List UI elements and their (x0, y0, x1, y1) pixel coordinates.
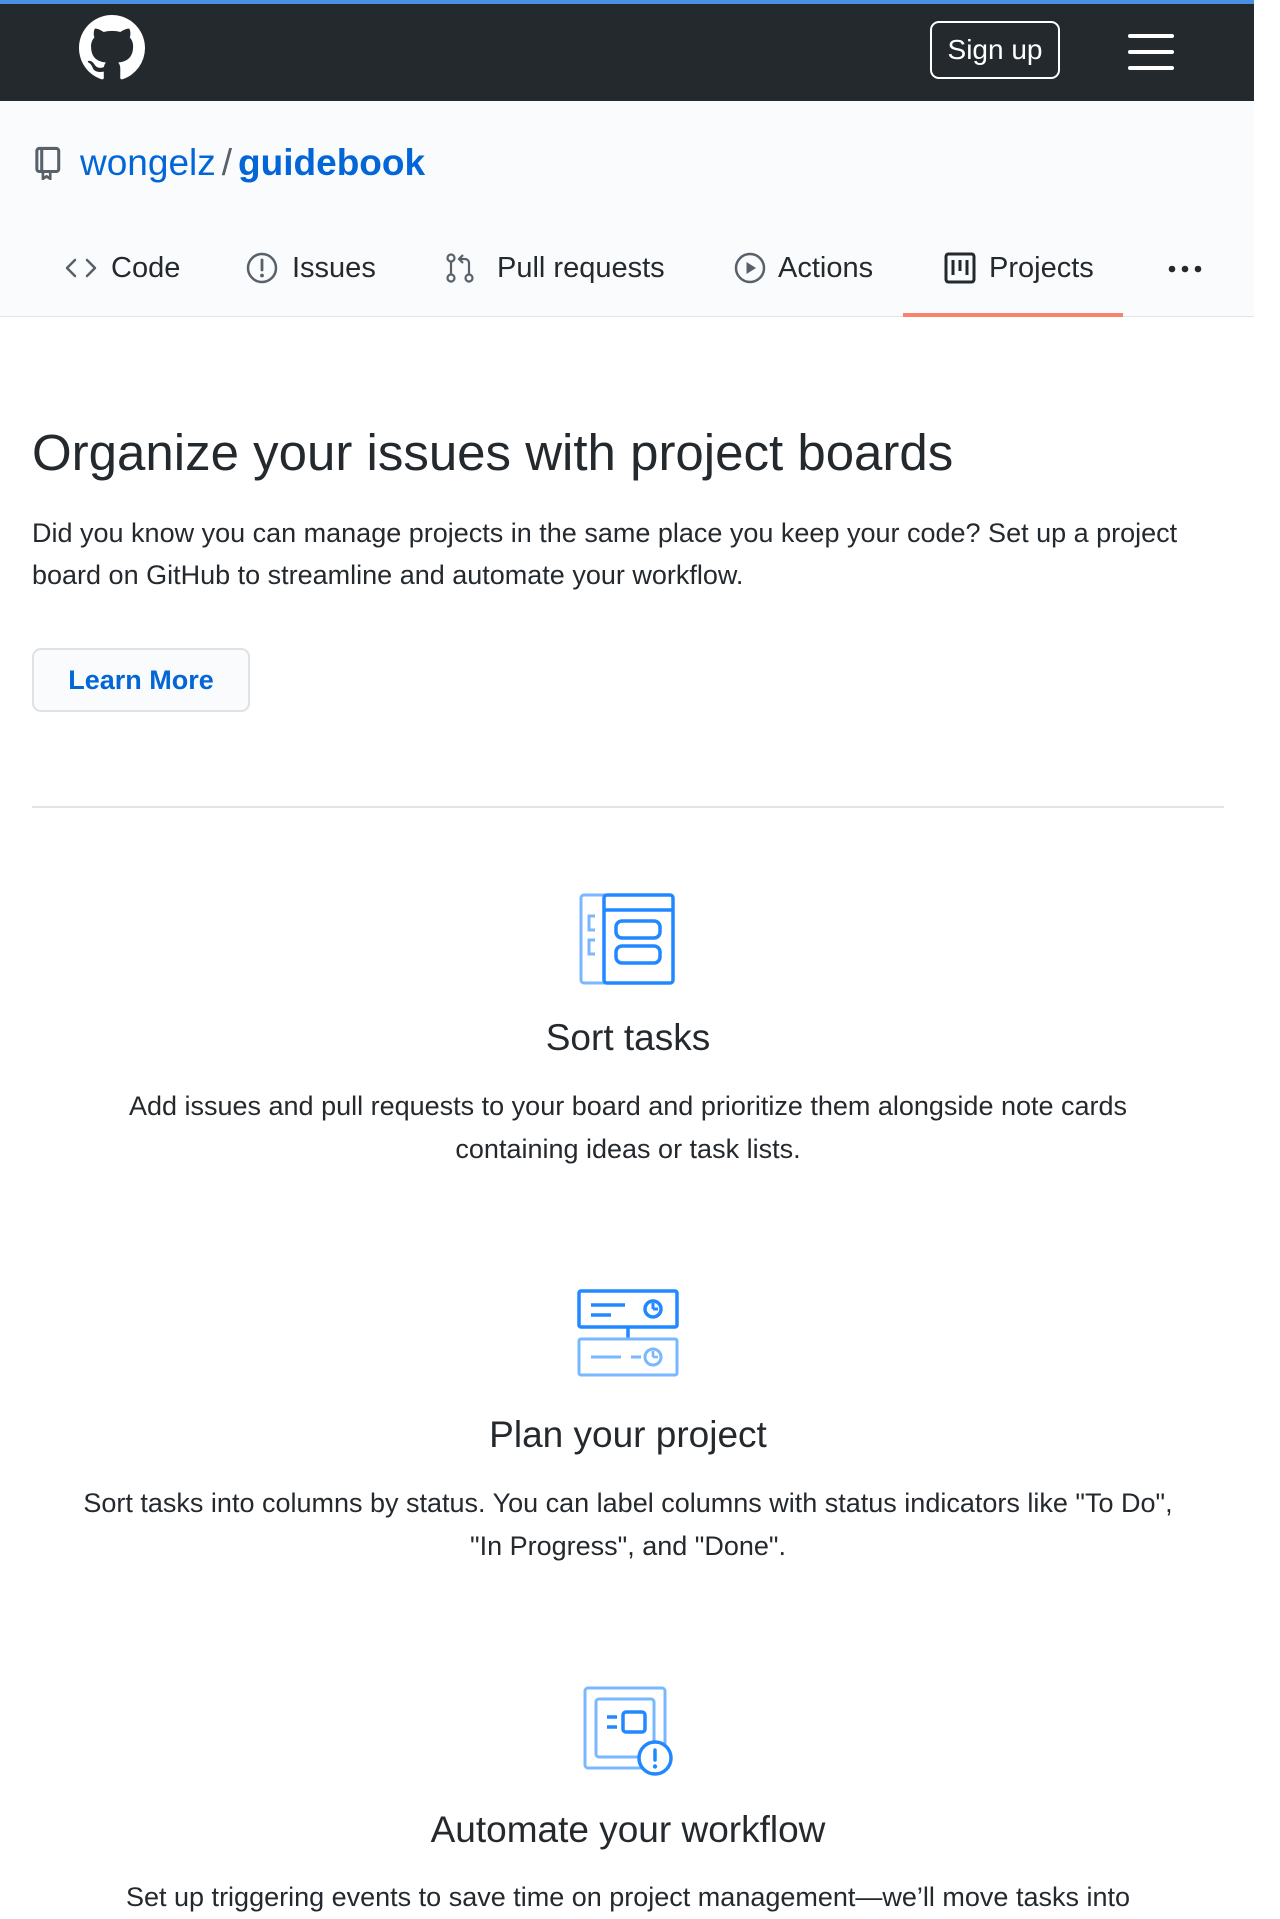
tab-label: Code (111, 252, 181, 284)
git-pull-request-icon (446, 253, 474, 283)
repo-name-link[interactable]: guidebook (238, 142, 425, 183)
repo-owner-link[interactable]: wongelz (80, 142, 216, 183)
sign-up-button[interactable]: Sign up (930, 21, 1060, 79)
repo-header: wongelz / guidebook Code Issues Pull reque… (0, 101, 1254, 317)
feature-title: Plan your project (489, 1414, 767, 1455)
plan-project-icon (577, 1289, 679, 1377)
site-header: Sign up (0, 4, 1254, 101)
feature-description: Set up triggering events to save time on… (126, 1882, 1130, 1912)
sort-tasks-icon (579, 893, 675, 985)
section-divider (32, 806, 1224, 808)
hamburger-menu-icon[interactable] (1128, 34, 1174, 70)
tab-label: Pull requests (497, 252, 665, 284)
kebab-horizontal-icon[interactable] (1165, 261, 1205, 277)
feature-title: Sort tasks (545, 1017, 711, 1058)
breadcrumb-separator: / (221, 142, 233, 183)
repo-icon (35, 146, 61, 180)
tab-code[interactable]: Code (64, 241, 204, 316)
tab-pull-requests[interactable]: Pull requests (443, 241, 673, 316)
intro-text: Did you know you can manage projects in … (32, 518, 1178, 590)
tab-issues[interactable]: Issues (245, 241, 395, 316)
breadcrumb: wongelz / guidebook (80, 139, 425, 187)
code-icon (65, 258, 97, 278)
feature-description: Add issues and pull requests to your boa… (128, 1091, 1128, 1164)
tab-label: Projects (989, 252, 1094, 284)
tab-projects[interactable]: Projects (943, 241, 1113, 316)
selected-tab-underline (903, 313, 1123, 317)
play-icon (734, 252, 766, 284)
learn-more-button[interactable]: Learn More (32, 648, 250, 712)
feature-sort-tasks: Sort tasks Add issues and pull requests … (32, 888, 1224, 1178)
feature-automate-workflow: Automate your workflow Set up triggering… (32, 1682, 1224, 1912)
tab-actions[interactable]: Actions (733, 241, 888, 316)
page-headline: Organize your issues with project boards (32, 424, 954, 481)
feature-title: Automate your workflow (430, 1809, 826, 1850)
feature-plan-project: Plan your project Sort tasks into column… (32, 1285, 1224, 1575)
tab-label: Actions (778, 252, 874, 284)
automate-workflow-icon (583, 1686, 673, 1776)
tab-label: Issues (292, 252, 376, 284)
project-icon (944, 252, 976, 284)
issue-opened-icon (246, 252, 278, 284)
github-mark-icon[interactable] (79, 15, 145, 81)
feature-description: Sort tasks into columns by status. You c… (83, 1488, 1173, 1561)
